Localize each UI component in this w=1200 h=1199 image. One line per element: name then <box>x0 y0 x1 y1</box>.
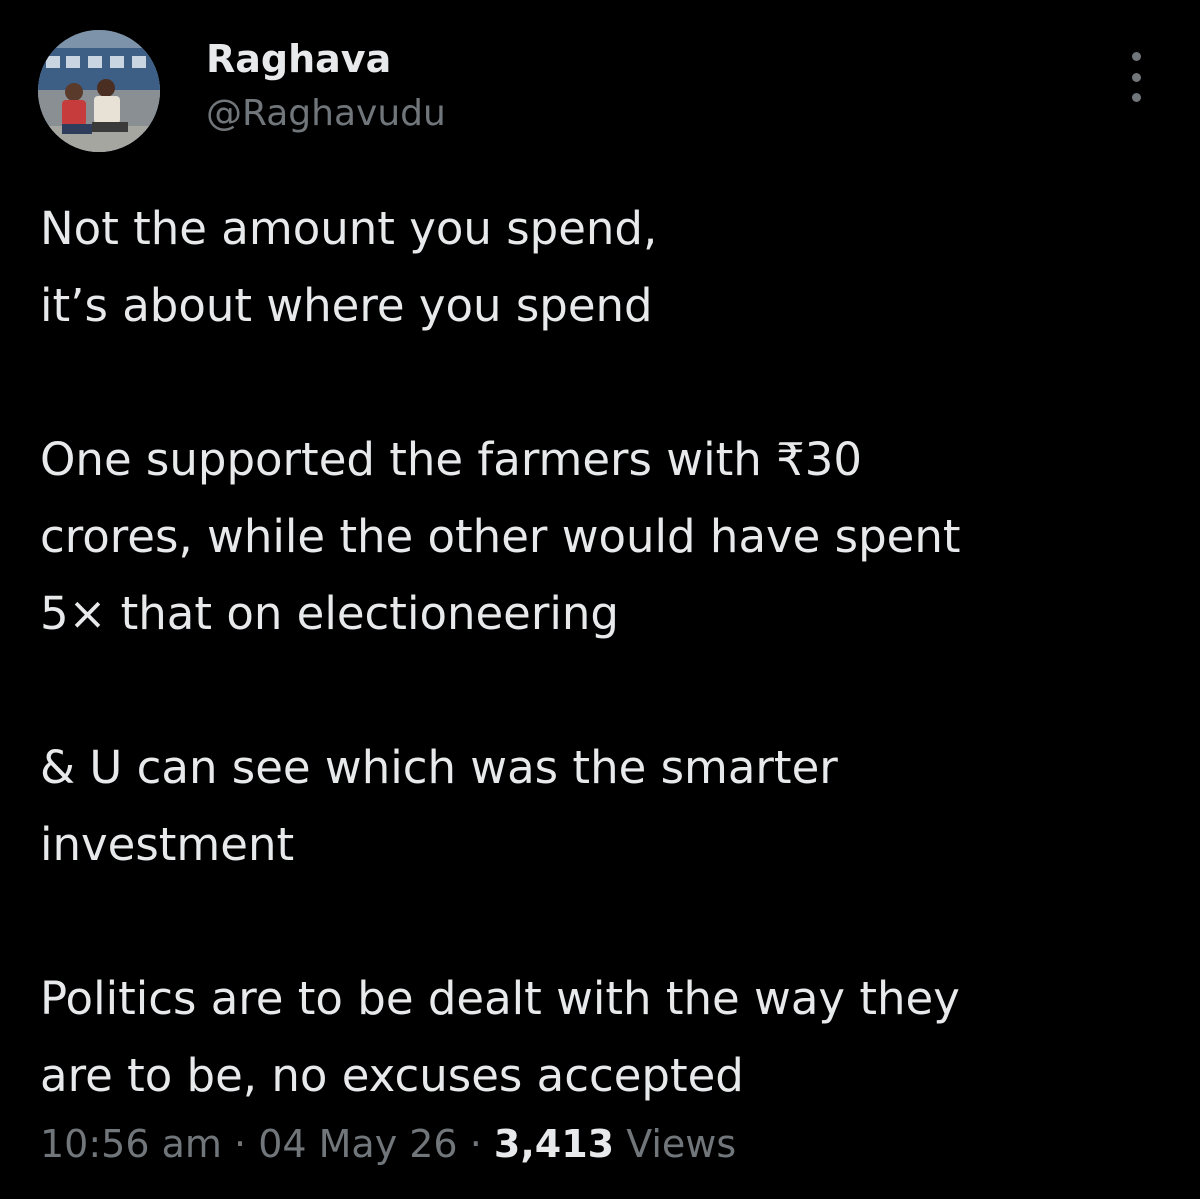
tweet-paragraph: Politics are to be dealt with the way th… <box>40 960 1170 1114</box>
tweet-text: Not the amount you spend, it’s about whe… <box>40 190 1170 1114</box>
views-label[interactable]: Views <box>626 1122 736 1166</box>
more-vertical-icon <box>1131 72 1141 82</box>
views-count[interactable]: 3,413 <box>494 1122 614 1166</box>
tweet: Raghava @Raghavudu Not the amount you sp… <box>0 0 1200 1199</box>
avatar[interactable] <box>38 30 160 152</box>
user-handle[interactable]: @Raghavudu <box>206 92 446 136</box>
tweet-paragraph: Not the amount you spend, it’s about whe… <box>40 190 1170 344</box>
tweet-line: 5× that on electioneering <box>40 587 619 640</box>
more-vertical-icon <box>1131 52 1141 61</box>
tweet-line: Politics are to be dealt with the way th… <box>40 972 960 1025</box>
tweet-meta: 10:56 am · 04 May 26 · 3,413 Views <box>40 1116 736 1172</box>
display-name[interactable]: Raghava <box>206 36 391 82</box>
more-vertical-icon <box>1131 93 1141 102</box>
tweet-paragraph: & U can see which was the smarter invest… <box>40 729 1170 883</box>
tweet-line: One supported the farmers with ₹30 <box>40 433 862 486</box>
avatar-photo <box>38 30 160 152</box>
meta-separator: · <box>234 1122 247 1166</box>
tweet-line: Not the amount you spend, <box>40 202 658 255</box>
tweet-line: & U can see which was the smarter <box>40 741 838 794</box>
tweet-line: investment <box>40 818 295 871</box>
tweet-date[interactable]: 04 May 26 <box>258 1122 457 1166</box>
tweet-time[interactable]: 10:56 am <box>40 1122 222 1166</box>
meta-separator: · <box>469 1122 482 1166</box>
tweet-line: it’s about where you spend <box>40 279 653 332</box>
tweet-line: crores, while the other would have spent <box>40 510 961 563</box>
tweet-paragraph: One supported the farmers with ₹30 crore… <box>40 421 1170 652</box>
tweet-line: are to be, no excuses accepted <box>40 1049 744 1102</box>
more-options-button[interactable] <box>1116 52 1156 102</box>
